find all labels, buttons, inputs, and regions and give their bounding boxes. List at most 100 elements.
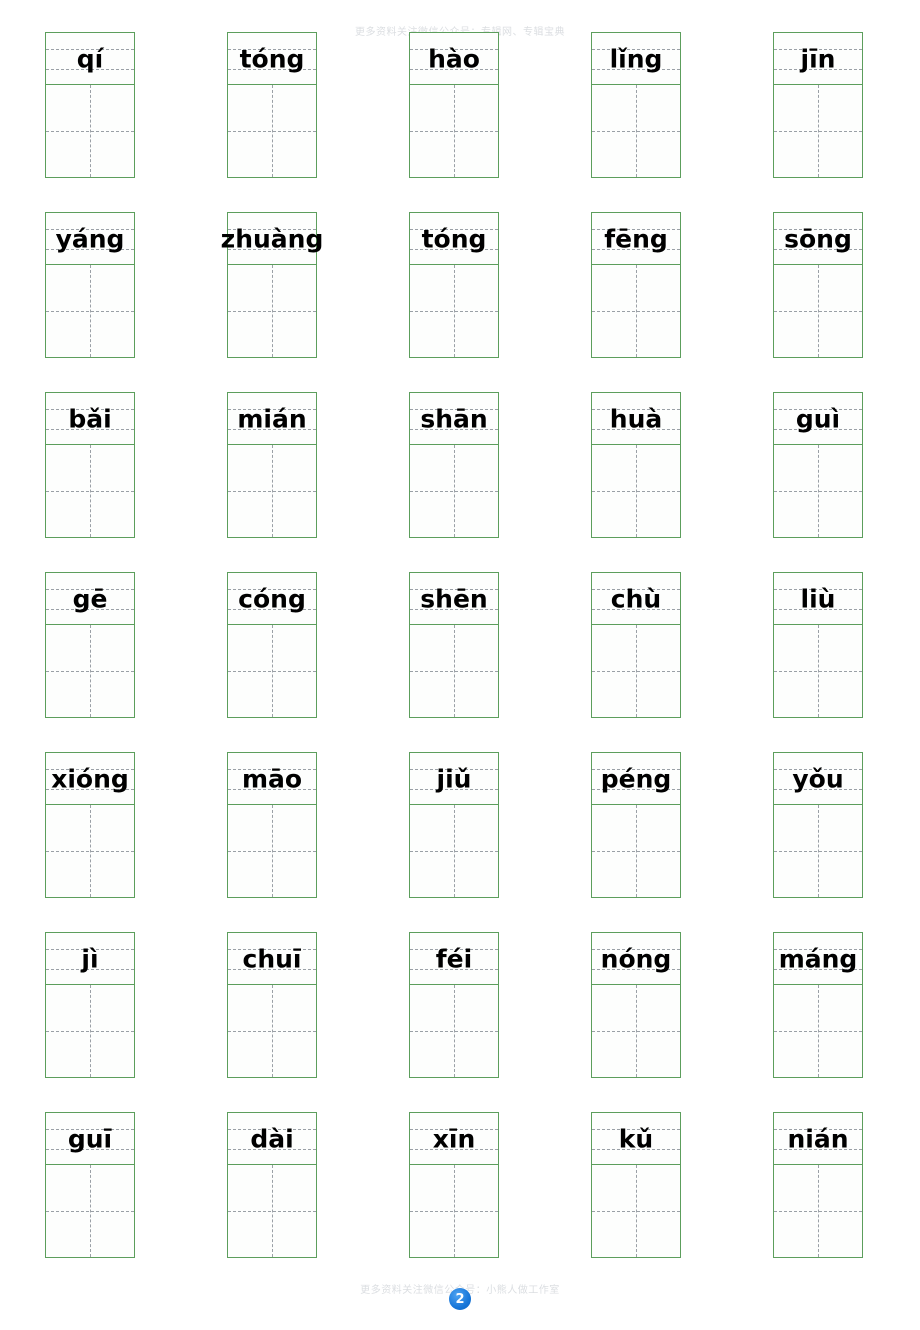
practice-cell[interactable]: féi	[409, 932, 499, 1112]
practice-cell[interactable]: gē	[45, 572, 135, 752]
character-writing-box[interactable]	[45, 445, 135, 538]
practice-row: gē cóng shēn chù liù	[45, 572, 865, 752]
character-writing-box[interactable]	[227, 1165, 317, 1258]
character-writing-box[interactable]	[227, 985, 317, 1078]
practice-cell[interactable]: tóng	[409, 212, 499, 392]
practice-cell[interactable]: guì	[773, 392, 863, 572]
character-guide-horizontal	[46, 1031, 134, 1032]
practice-cell[interactable]: yǒu	[773, 752, 863, 932]
character-guide-horizontal	[592, 671, 680, 672]
character-writing-box[interactable]	[45, 985, 135, 1078]
character-guide-horizontal	[774, 671, 862, 672]
pinyin-text: shān	[420, 404, 488, 433]
practice-cell[interactable]: chù	[591, 572, 681, 752]
practice-cell[interactable]: kǔ	[591, 1112, 681, 1292]
character-writing-box[interactable]	[591, 445, 681, 538]
practice-cell[interactable]: máng	[773, 932, 863, 1112]
character-guide-horizontal	[46, 491, 134, 492]
character-writing-box[interactable]	[773, 265, 863, 358]
practice-cell[interactable]: chuī	[227, 932, 317, 1112]
pinyin-text: jīn	[800, 44, 836, 73]
character-writing-box[interactable]	[227, 805, 317, 898]
character-writing-box[interactable]	[227, 445, 317, 538]
character-writing-box[interactable]	[45, 265, 135, 358]
practice-cell[interactable]: huà	[591, 392, 681, 572]
character-writing-box[interactable]	[591, 985, 681, 1078]
practice-cell[interactable]: shān	[409, 392, 499, 572]
character-writing-box[interactable]	[773, 445, 863, 538]
character-writing-box[interactable]	[773, 85, 863, 178]
practice-cell[interactable]: xīn	[409, 1112, 499, 1292]
character-writing-box[interactable]	[409, 985, 499, 1078]
character-guide-horizontal	[410, 1031, 498, 1032]
practice-cell[interactable]: sōng	[773, 212, 863, 392]
character-guide-horizontal	[46, 671, 134, 672]
practice-cell[interactable]: fēng	[591, 212, 681, 392]
character-writing-box[interactable]	[45, 625, 135, 718]
character-writing-box[interactable]	[409, 85, 499, 178]
character-writing-box[interactable]	[591, 805, 681, 898]
character-guide-horizontal	[46, 1211, 134, 1212]
pinyin-text: huà	[609, 404, 663, 433]
character-writing-box[interactable]	[45, 1165, 135, 1258]
pinyin-box: nián	[773, 1112, 863, 1165]
character-writing-box[interactable]	[45, 85, 135, 178]
pinyin-text: kǔ	[618, 1124, 654, 1153]
practice-cell[interactable]: nóng	[591, 932, 681, 1112]
character-writing-box[interactable]	[45, 805, 135, 898]
character-writing-box[interactable]	[773, 805, 863, 898]
page-number-badge: 2	[449, 1288, 471, 1310]
practice-cell[interactable]: māo	[227, 752, 317, 932]
practice-cell[interactable]: lǐng	[591, 32, 681, 212]
pinyin-text: fēng	[604, 224, 668, 253]
character-writing-box[interactable]	[591, 85, 681, 178]
pinyin-box: cóng	[227, 572, 317, 625]
character-writing-box[interactable]	[591, 625, 681, 718]
practice-cell[interactable]: yáng	[45, 212, 135, 392]
character-guide-horizontal	[774, 1211, 862, 1212]
pinyin-text: gē	[72, 584, 108, 613]
practice-cell[interactable]: shēn	[409, 572, 499, 752]
pinyin-text: nóng	[600, 944, 672, 973]
character-writing-box[interactable]	[227, 625, 317, 718]
pinyin-text: chù	[610, 584, 662, 613]
practice-cell[interactable]: dài	[227, 1112, 317, 1292]
character-writing-box[interactable]	[227, 85, 317, 178]
character-writing-box[interactable]	[591, 265, 681, 358]
practice-cell[interactable]: hào	[409, 32, 499, 212]
character-guide-horizontal	[410, 851, 498, 852]
practice-cell[interactable]: zhuàng	[221, 212, 323, 392]
practice-cell[interactable]: tóng	[227, 32, 317, 212]
practice-cell[interactable]: liù	[773, 572, 863, 752]
character-writing-box[interactable]	[409, 1165, 499, 1258]
practice-cell[interactable]: jì	[45, 932, 135, 1112]
pinyin-box: jiǔ	[409, 752, 499, 805]
practice-cell[interactable]: xióng	[45, 752, 135, 932]
character-writing-box[interactable]	[773, 985, 863, 1078]
character-guide-horizontal	[228, 311, 316, 312]
pinyin-box: shān	[409, 392, 499, 445]
pinyin-box: zhuàng	[221, 212, 323, 265]
practice-cell[interactable]: bǎi	[45, 392, 135, 572]
character-writing-box[interactable]	[227, 265, 317, 358]
character-writing-box[interactable]	[773, 1165, 863, 1258]
character-writing-box[interactable]	[409, 625, 499, 718]
worksheet-page: 更多资料关注微信公众号：专辑网、专辑宝典 qítónghàolǐngjīnyán…	[0, 0, 920, 1330]
character-writing-box[interactable]	[409, 445, 499, 538]
practice-cell[interactable]: qí	[45, 32, 135, 212]
practice-cell[interactable]: mián	[227, 392, 317, 572]
character-writing-box[interactable]	[409, 265, 499, 358]
character-writing-box[interactable]	[409, 805, 499, 898]
pinyin-text: qí	[76, 44, 104, 73]
character-writing-box[interactable]	[591, 1165, 681, 1258]
pinyin-box: jì	[45, 932, 135, 985]
practice-cell[interactable]: jiǔ	[409, 752, 499, 932]
practice-cell[interactable]: cóng	[227, 572, 317, 752]
practice-cell[interactable]: nián	[773, 1112, 863, 1292]
character-guide-horizontal	[592, 1031, 680, 1032]
character-guide-horizontal	[592, 131, 680, 132]
practice-cell[interactable]: jīn	[773, 32, 863, 212]
character-writing-box[interactable]	[773, 625, 863, 718]
practice-cell[interactable]: guī	[45, 1112, 135, 1292]
practice-cell[interactable]: péng	[591, 752, 681, 932]
